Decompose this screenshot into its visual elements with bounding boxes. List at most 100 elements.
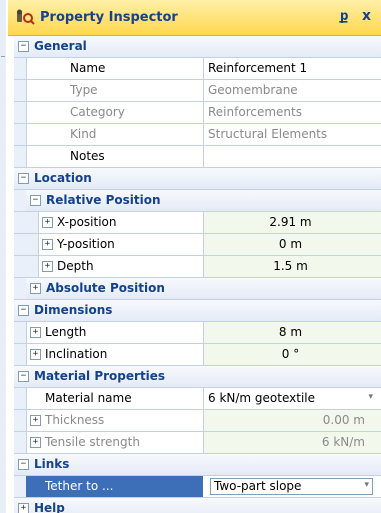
property-row-inclination[interactable]: + Inclination 0 ° xyxy=(14,344,381,366)
expand-icon[interactable]: + xyxy=(30,415,41,426)
pin-icon[interactable]: ք xyxy=(340,9,348,24)
property-row-thickness[interactable]: + Thickness 0.00 m xyxy=(14,410,381,432)
expand-icon[interactable]: + xyxy=(42,217,53,228)
category-location[interactable]: − Location xyxy=(14,168,381,190)
property-name: Material name xyxy=(45,391,132,405)
property-name: Notes xyxy=(70,149,105,163)
property-value[interactable]: 1.5 m xyxy=(204,259,377,273)
property-name: Kind xyxy=(70,127,97,141)
property-row-tether-to[interactable]: Tether to ... Two-part slope ▾ xyxy=(14,476,381,498)
category-material-properties[interactable]: − Material Properties xyxy=(14,366,381,388)
property-name: Length xyxy=(45,325,87,339)
property-name: Inclination xyxy=(45,347,108,361)
category-label: Location xyxy=(34,171,92,185)
property-value[interactable]: Two-part slope xyxy=(214,479,381,493)
category-label: Material Properties xyxy=(34,369,166,383)
category-label: General xyxy=(34,39,87,53)
collapse-icon[interactable]: − xyxy=(18,305,29,316)
property-value: Structural Elements xyxy=(208,127,328,141)
row-gutter xyxy=(14,410,27,431)
row-gutter xyxy=(14,388,27,409)
expand-icon[interactable]: + xyxy=(30,437,41,448)
property-value[interactable]: 6 kN/m geotextile xyxy=(208,391,378,405)
expand-icon[interactable]: + xyxy=(30,327,41,338)
row-gutter xyxy=(14,190,26,211)
edge-tick xyxy=(1,56,5,57)
property-value: 0.00 m xyxy=(322,413,365,427)
row-gutter xyxy=(14,278,26,299)
collapse-icon[interactable]: − xyxy=(30,195,41,206)
property-value[interactable]: 8 m xyxy=(204,325,377,339)
category-dimensions[interactable]: − Dimensions xyxy=(14,300,381,322)
dropdown-arrow-icon[interactable]: ▾ xyxy=(368,392,373,402)
row-gutter xyxy=(14,432,27,453)
property-value[interactable]: 2.91 m xyxy=(204,215,377,229)
row-gutter xyxy=(14,58,27,79)
property-name: Type xyxy=(70,83,98,97)
category-links[interactable]: − Links xyxy=(14,454,381,476)
property-value[interactable]: Reinforcement 1 xyxy=(208,61,378,75)
property-row-notes[interactable]: Notes xyxy=(14,146,381,168)
category-label: Help xyxy=(34,501,65,513)
close-icon[interactable]: x xyxy=(362,8,371,24)
column-divider xyxy=(203,146,204,167)
property-value: 6 kN/m xyxy=(321,435,365,449)
property-value: Geomembrane xyxy=(208,83,298,97)
column-divider xyxy=(203,58,204,79)
collapse-icon[interactable]: − xyxy=(18,173,29,184)
title-bar[interactable]: Property Inspector ք x xyxy=(8,0,381,36)
category-help[interactable]: + Help xyxy=(14,498,381,513)
column-divider xyxy=(203,124,204,145)
property-row-x-position[interactable]: + X-position 2.91 m xyxy=(14,212,381,234)
property-row-tensile-strength[interactable]: + Tensile strength 6 kN/m xyxy=(14,432,381,454)
row-gutter xyxy=(14,234,39,255)
property-row-depth[interactable]: + Depth 1.5 m xyxy=(14,256,381,278)
property-row-material-name[interactable]: Material name 6 kN/m geotextile ▾ xyxy=(14,388,381,410)
expand-icon[interactable]: + xyxy=(30,283,41,294)
dropdown-arrow-icon[interactable]: ▾ xyxy=(364,480,369,490)
subcategory-relative-position[interactable]: − Relative Position xyxy=(14,190,381,212)
property-inspector-panel: Property Inspector ք x − General Name Re… xyxy=(8,0,381,513)
row-gutter xyxy=(14,322,27,343)
property-name: Tensile strength xyxy=(45,435,140,449)
row-gutter xyxy=(14,102,27,123)
property-name: Thickness xyxy=(45,413,105,427)
property-row-type[interactable]: Type Geomembrane xyxy=(14,80,381,102)
subcategory-label: Relative Position xyxy=(46,193,161,207)
collapse-icon[interactable]: − xyxy=(18,371,29,382)
row-gutter xyxy=(14,256,39,277)
property-value[interactable]: 0 m xyxy=(204,237,377,251)
row-gutter xyxy=(14,146,27,167)
property-name: Depth xyxy=(57,259,94,273)
subcategory-absolute-position[interactable]: + Absolute Position xyxy=(14,278,381,300)
property-row-category[interactable]: Category Reinforcements xyxy=(14,102,381,124)
property-name: Category xyxy=(70,105,125,119)
expand-icon[interactable]: + xyxy=(42,261,53,272)
category-general[interactable]: − General xyxy=(14,36,381,58)
property-row-length[interactable]: + Length 8 m xyxy=(14,322,381,344)
expand-icon[interactable]: + xyxy=(18,503,29,513)
category-label: Dimensions xyxy=(34,303,113,317)
property-value: Reinforcements xyxy=(208,105,302,119)
expand-icon[interactable]: + xyxy=(30,349,41,360)
property-name: X-position xyxy=(57,215,117,229)
property-name: Tether to ... xyxy=(45,479,114,493)
property-value[interactable]: 0 ° xyxy=(204,347,377,361)
column-divider xyxy=(203,388,204,409)
property-row-y-position[interactable]: + Y-position 0 m xyxy=(14,234,381,256)
row-gutter xyxy=(14,124,27,145)
property-row-name[interactable]: Name Reinforcement 1 xyxy=(14,58,381,80)
property-name: Name xyxy=(70,61,106,75)
wrench-search-icon xyxy=(17,9,35,25)
column-divider xyxy=(203,102,204,123)
collapse-icon[interactable]: − xyxy=(18,41,29,52)
column-divider xyxy=(203,80,204,101)
category-label: Links xyxy=(34,457,70,471)
panel-title: Property Inspector xyxy=(40,10,178,25)
property-row-kind[interactable]: Kind Structural Elements xyxy=(14,124,381,146)
collapse-icon[interactable]: − xyxy=(18,459,29,470)
row-gutter xyxy=(14,344,27,365)
subcategory-label: Absolute Position xyxy=(46,281,165,295)
expand-icon[interactable]: + xyxy=(42,239,53,250)
left-edge-strip xyxy=(0,0,6,513)
